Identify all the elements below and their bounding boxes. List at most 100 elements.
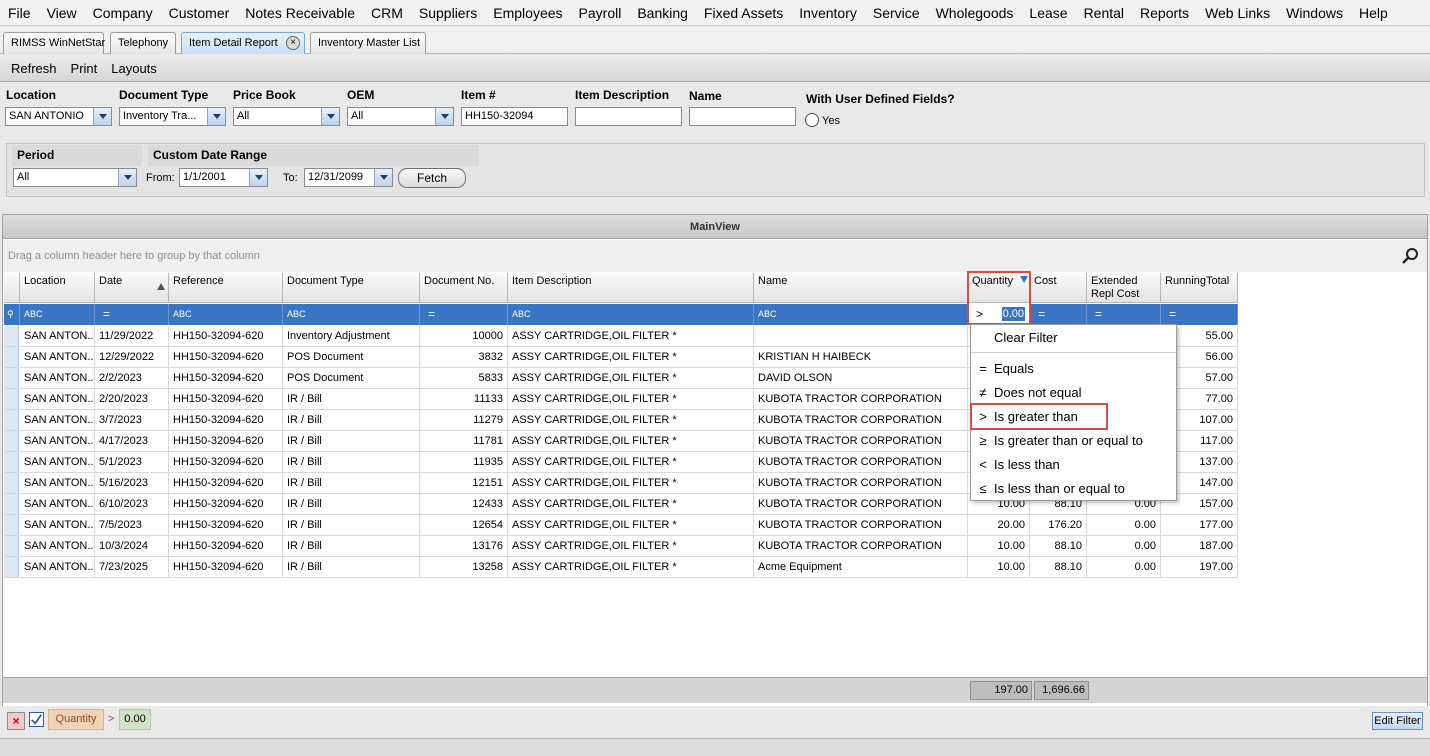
period-combo[interactable]: All — [13, 168, 137, 187]
oem-label: OEM — [347, 88, 375, 102]
column-header-runningtotal[interactable]: RunningTotal — [1161, 273, 1238, 303]
filter-cell-cost[interactable]: = — [1030, 304, 1087, 325]
layouts-button[interactable]: Layouts — [104, 61, 164, 76]
filter-cell-date[interactable]: = — [95, 304, 169, 325]
table-cell: ASSY CARTRIDGE,OIL FILTER * — [508, 557, 754, 578]
chevron-down-icon[interactable] — [321, 108, 339, 125]
column-header-reference[interactable]: Reference — [169, 273, 283, 303]
filter-option-is-less-than-or-equal-to[interactable]: ≤ Is less than or equal to — [971, 478, 1176, 500]
row-selector[interactable] — [4, 347, 19, 368]
column-header-extended-repl-cost[interactable]: Extended Repl Cost — [1087, 273, 1161, 303]
table-cell: IR / Bill — [283, 410, 420, 431]
menu-item-suppliers[interactable]: Suppliers — [411, 0, 485, 26]
clear-filter-icon[interactable]: × — [7, 712, 25, 730]
filter-cell-document-no-[interactable]: = — [420, 304, 508, 325]
row-selector[interactable] — [4, 473, 19, 494]
cost-total: 1,696.66 — [1034, 681, 1089, 700]
menu-item-employees[interactable]: Employees — [485, 0, 570, 26]
item-description-input[interactable] — [575, 107, 682, 126]
refresh-button[interactable]: Refresh — [4, 61, 64, 76]
chevron-down-icon[interactable] — [435, 108, 453, 125]
menu-item-company[interactable]: Company — [85, 0, 161, 26]
filter-cell-location[interactable]: ABC — [20, 304, 95, 325]
chevron-down-icon[interactable] — [93, 108, 111, 125]
menu-item-rental[interactable]: Rental — [1076, 0, 1132, 26]
column-header-document-no-[interactable]: Document No. — [420, 273, 508, 303]
table-cell: ASSY CARTRIDGE,OIL FILTER * — [508, 368, 754, 389]
menu-item-service[interactable]: Service — [865, 0, 928, 26]
table-cell: 197.00 — [1161, 557, 1238, 578]
row-selector[interactable] — [4, 431, 19, 452]
group-by-area[interactable]: Drag a column header here to group by th… — [3, 240, 1427, 272]
print-button[interactable]: Print — [64, 61, 105, 76]
filter-cell-document-type[interactable]: ABC — [283, 304, 420, 325]
filter-option-does-not-equal[interactable]: ≠ Does not equal — [971, 382, 1176, 404]
search-icon[interactable] — [1401, 247, 1419, 265]
tab-inventory-master-list[interactable]: Inventory Master List — [310, 32, 426, 54]
close-icon[interactable]: × — [286, 36, 300, 50]
filter-cell-reference[interactable]: ABC — [169, 304, 283, 325]
menu-item-fixed-assets[interactable]: Fixed Assets — [696, 0, 791, 26]
udf-yes-radio[interactable] — [805, 113, 819, 127]
menu-item-lease[interactable]: Lease — [1021, 0, 1075, 26]
menu-item-web-links[interactable]: Web Links — [1197, 0, 1278, 26]
menu-bar: File View Company Customer Notes Receivable C… — [0, 0, 1430, 26]
row-selector[interactable] — [4, 389, 19, 410]
row-selector[interactable] — [4, 326, 19, 347]
filter-option-equals[interactable]: = Equals — [971, 358, 1176, 380]
document-type-combo[interactable]: Inventory Tra... — [119, 107, 226, 126]
column-header-name[interactable]: Name — [754, 273, 968, 303]
menu-item-wholegoods[interactable]: Wholegoods — [928, 0, 1022, 26]
filter-enabled-checkbox[interactable] — [29, 712, 44, 727]
row-selector[interactable] — [4, 368, 19, 389]
filter-cell-name[interactable]: ABC — [754, 304, 968, 325]
row-selector[interactable] — [4, 557, 19, 578]
menu-item-payroll[interactable]: Payroll — [571, 0, 630, 26]
filter-option-is-greater-than-or-equal-to[interactable]: ≥ Is greater than or equal to — [971, 430, 1176, 452]
location-combo[interactable]: SAN ANTONIO — [5, 107, 112, 126]
menu-item-file[interactable]: File — [0, 0, 39, 26]
table-cell: ASSY CARTRIDGE,OIL FILTER * — [508, 389, 754, 410]
filter-value-chip[interactable]: 0.00 — [119, 709, 151, 730]
menu-item-windows[interactable]: Windows — [1278, 0, 1351, 26]
row-selector[interactable] — [4, 536, 19, 557]
column-header-document-type[interactable]: Document Type — [283, 273, 420, 303]
filter-cell-item-description[interactable]: ABC — [508, 304, 754, 325]
edit-filter-button[interactable]: Edit Filter — [1372, 712, 1423, 730]
price-book-combo[interactable]: All — [233, 107, 340, 126]
filter-field-chip[interactable]: Quantity — [48, 709, 104, 730]
menu-item-notes-receivable[interactable]: Notes Receivable — [237, 0, 363, 26]
chevron-down-icon[interactable] — [118, 169, 136, 186]
menu-item-banking[interactable]: Banking — [629, 0, 696, 26]
chevron-down-icon[interactable] — [374, 169, 392, 186]
menu-item-view[interactable]: View — [39, 0, 85, 26]
menu-item-inventory[interactable]: Inventory — [791, 0, 865, 26]
menu-item-crm[interactable]: CRM — [363, 0, 411, 26]
row-selector[interactable] — [4, 515, 19, 536]
item-number-input[interactable]: HH150-32094 — [461, 107, 568, 126]
oem-combo[interactable]: All — [347, 107, 454, 126]
from-date-combo[interactable]: 1/1/2001 — [179, 168, 268, 187]
tab-telephony[interactable]: Telephony — [110, 32, 176, 54]
column-header-location[interactable]: Location — [20, 273, 95, 303]
column-header-item-description[interactable]: Item Description — [508, 273, 754, 303]
row-selector[interactable] — [4, 494, 19, 515]
column-header-cost[interactable]: Cost — [1030, 273, 1087, 303]
filter-option-clear-filter[interactable]: Clear Filter — [971, 327, 1176, 349]
name-input[interactable] — [689, 107, 796, 126]
menu-item-customer[interactable]: Customer — [161, 0, 238, 26]
fetch-button[interactable]: Fetch — [398, 168, 466, 188]
filter-cell-extended-repl-cost[interactable]: = — [1087, 304, 1161, 325]
tab-item-detail-report[interactable]: Item Detail Report × — [181, 32, 305, 54]
chevron-down-icon[interactable] — [249, 169, 267, 186]
row-selector[interactable] — [4, 452, 19, 473]
menu-item-help[interactable]: Help — [1351, 0, 1396, 26]
menu-item-reports[interactable]: Reports — [1132, 0, 1197, 26]
tab-rimss-winnetstar[interactable]: RIMSS WinNetStar — [3, 32, 105, 54]
tab-label: Item Detail Report — [189, 37, 278, 49]
filter-option-is-less-than[interactable]: < Is less than — [971, 454, 1176, 476]
chevron-down-icon[interactable] — [207, 108, 225, 125]
filter-cell-runningtotal[interactable]: = — [1161, 304, 1238, 325]
to-date-combo[interactable]: 12/31/2099 — [304, 168, 393, 187]
row-selector[interactable] — [4, 410, 19, 431]
